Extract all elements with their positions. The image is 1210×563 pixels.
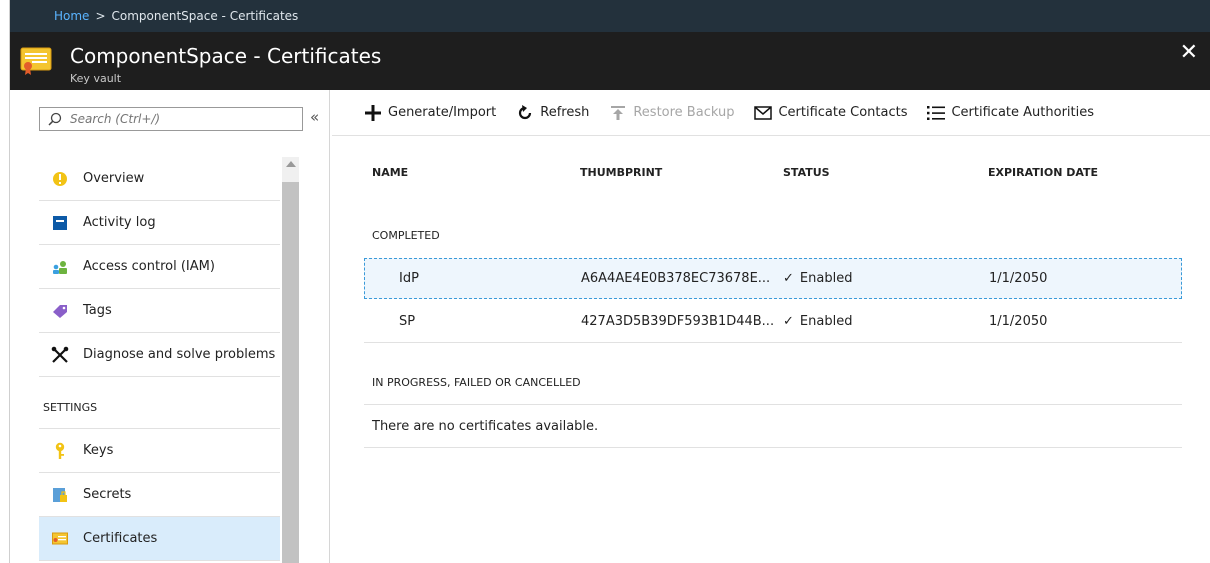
list-icon xyxy=(927,104,946,122)
certificate-authorities-label: Certificate Authorities xyxy=(951,105,1095,120)
sidebar-item-label: Tags xyxy=(83,303,112,318)
activity-log-icon xyxy=(51,214,69,232)
certificate-contacts-button[interactable]: Certificate Contacts xyxy=(754,104,907,122)
generate-import-button[interactable]: Generate/Import xyxy=(364,104,496,122)
mail-icon xyxy=(754,104,773,122)
tag-icon xyxy=(51,302,69,320)
breadcrumb-separator: > xyxy=(95,9,106,23)
cell-thumbprint: A6A4AE4E0B378EC73678E... xyxy=(581,271,771,286)
sidebar-item-label: Diagnose and solve problems xyxy=(83,347,276,362)
checkmark-icon: ✓ xyxy=(783,271,794,286)
sidebar-item-tags[interactable]: Tags xyxy=(39,289,280,333)
certificate-contacts-label: Certificate Contacts xyxy=(778,105,908,120)
divider xyxy=(364,404,1182,405)
cell-expiration: 1/1/2050 xyxy=(989,314,1048,329)
certificate-icon xyxy=(20,47,52,75)
users-icon xyxy=(51,258,69,276)
status-text: Enabled xyxy=(799,271,853,286)
empty-message: There are no certificates available. xyxy=(372,419,599,434)
divider xyxy=(364,447,1182,448)
sidebar-section-settings: SETTINGS xyxy=(39,386,280,429)
group-label-completed: COMPLETED xyxy=(372,229,440,242)
cell-status: ✓ Enabled xyxy=(783,271,852,286)
sidebar-item-keys[interactable]: Keys xyxy=(39,429,280,473)
cell-status: ✓ Enabled xyxy=(783,314,852,329)
sidebar-item-label: Keys xyxy=(83,443,114,458)
search-box[interactable] xyxy=(39,107,303,131)
key-icon xyxy=(51,442,69,460)
command-bar: Generate/Import Refresh Restore Backup C… xyxy=(332,90,1210,136)
generate-import-label: Generate/Import xyxy=(388,105,497,120)
sidebar-nav: Overview Activity log Access control (IA… xyxy=(39,157,280,561)
close-icon[interactable]: ✕ xyxy=(1180,42,1198,64)
sidebar-item-certificates[interactable]: Certificates xyxy=(39,517,280,561)
breadcrumb-home-link[interactable]: Home xyxy=(54,9,89,23)
group-label-pending: IN PROGRESS, FAILED OR CANCELLED xyxy=(372,376,581,389)
column-header-status[interactable]: STATUS xyxy=(783,166,830,179)
sidebar-item-label: Secrets xyxy=(83,487,132,502)
scroll-up-icon[interactable] xyxy=(286,161,296,167)
upload-icon xyxy=(609,104,627,122)
breadcrumb-current: ComponentSpace - Certificates xyxy=(111,9,299,23)
blade-header: ComponentSpace - Certificates Key vault … xyxy=(10,32,1210,90)
sidebar-item-label: Access control (IAM) xyxy=(83,259,215,274)
refresh-label: Refresh xyxy=(540,105,590,120)
column-header-name[interactable]: NAME xyxy=(372,166,408,179)
table-row[interactable]: IdP A6A4AE4E0B378EC73678E... ✓ Enabled 1/… xyxy=(364,258,1182,299)
cell-expiration: 1/1/2050 xyxy=(989,271,1048,286)
sidebar-scrollbar-thumb[interactable] xyxy=(282,182,299,563)
sidebar-item-label: Overview xyxy=(83,171,145,186)
refresh-button[interactable]: Refresh xyxy=(516,104,589,122)
wrench-icon xyxy=(51,346,69,364)
restore-backup-label: Restore Backup xyxy=(633,105,735,120)
breadcrumb: Home > ComponentSpace - Certificates xyxy=(10,0,1210,32)
sidebar-item-secrets[interactable]: Secrets xyxy=(39,473,280,517)
cell-thumbprint: 427A3D5B39DF593B1D44B... xyxy=(581,314,775,329)
collapse-sidebar-button[interactable]: « xyxy=(310,108,319,126)
sidebar: « Overview Activity log Access control (… xyxy=(10,90,330,563)
refresh-icon xyxy=(516,104,534,122)
sidebar-item-access-control[interactable]: Access control (IAM) xyxy=(39,245,280,289)
overview-icon xyxy=(51,170,69,188)
page-title: ComponentSpace - Certificates xyxy=(70,44,382,68)
sidebar-item-label: Certificates xyxy=(83,531,158,546)
restore-backup-button[interactable]: Restore Backup xyxy=(609,104,734,122)
table-row[interactable]: SP 427A3D5B39DF593B1D44B... ✓ Enabled 1/1… xyxy=(364,302,1182,343)
certificates-grid: NAME THUMBPRINT STATUS EXPIRATION DATE C… xyxy=(332,136,1210,563)
sidebar-item-activity-log[interactable]: Activity log xyxy=(39,201,280,245)
portal-blade: Home > ComponentSpace - Certificates Com… xyxy=(10,0,1210,563)
cell-name: SP xyxy=(399,314,416,329)
column-header-thumbprint[interactable]: THUMBPRINT xyxy=(580,166,662,179)
checkmark-icon: ✓ xyxy=(783,314,794,329)
sidebar-item-diagnose[interactable]: Diagnose and solve problems xyxy=(39,333,280,377)
plus-icon xyxy=(364,104,382,122)
sidebar-item-overview[interactable]: Overview xyxy=(39,157,280,201)
certificate-authorities-button[interactable]: Certificate Authorities xyxy=(927,104,1094,122)
cell-name: IdP xyxy=(399,271,419,286)
search-input[interactable] xyxy=(70,112,290,126)
search-icon xyxy=(48,112,62,126)
secret-icon xyxy=(51,486,69,504)
sidebar-item-label: Activity log xyxy=(83,215,156,230)
certificate-icon xyxy=(51,530,69,548)
column-header-expiration[interactable]: EXPIRATION DATE xyxy=(988,166,1098,179)
status-text: Enabled xyxy=(799,314,853,329)
page-subtitle: Key vault xyxy=(70,72,122,85)
window-edge xyxy=(0,0,10,563)
